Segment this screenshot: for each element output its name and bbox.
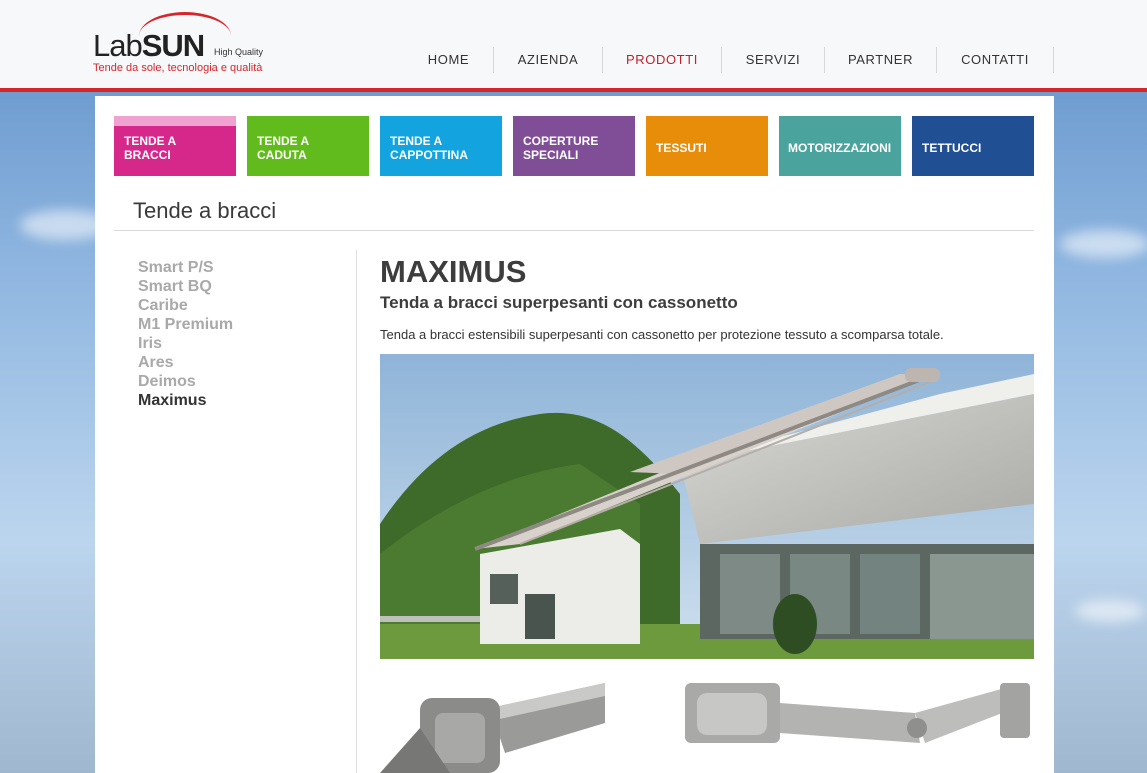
category-label: MOTORIZZAZIONI [788,141,892,155]
category-label: CAPPOTTINA [390,148,468,162]
category-tende-a-bracci[interactable]: TENDE A BRACCI [114,116,236,176]
sidebar-item-caribe[interactable]: Caribe [138,296,233,315]
sidebar-item-maximus[interactable]: Maximus [138,391,233,410]
cloud-decoration [1060,230,1147,258]
product-description: Tenda a bracci estensibili superpesanti … [380,327,944,342]
product-sidebar: Smart P/S Smart BQ Caribe M1 Premium Iri… [138,258,233,410]
content-panel: TENDE A BRACCI TENDE A CADUTA TENDE A CAPPO… [95,96,1054,773]
product-photo [380,354,1034,659]
nav-azienda[interactable]: AZIENDA [494,47,603,73]
category-label: TENDE A [124,134,177,148]
product-title: MAXIMUS [380,254,527,289]
divider [114,230,1034,231]
logo-quality-label: High Quality [214,47,264,57]
sidebar-item-smart-ps[interactable]: Smart P/S [138,258,233,277]
labsun-logo[interactable]: LabSUN High Quality Tende da sole, tecno… [93,12,273,82]
category-tessuti[interactable]: TESSUTI [646,116,768,176]
category-label: BRACCI [124,148,171,162]
sidebar-item-m1-premium[interactable]: M1 Premium [138,315,233,334]
logo-tagline: Tende da sole, tecnologia e qualità [93,62,263,74]
nav-prodotti[interactable]: PRODOTTI [603,47,722,73]
site-header: LabSUN High Quality Tende da sole, tecno… [0,0,1147,92]
arm-detail-image [380,678,610,773]
category-label: CADUTA [257,148,307,162]
category-label: TENDE A [257,134,310,148]
nav-partner[interactable]: PARTNER [825,47,937,73]
cloud-decoration [1075,600,1145,622]
nav-contatti[interactable]: CONTATTI [937,47,1054,73]
nav-servizi[interactable]: SERVIZI [722,47,825,73]
category-tende-a-cappottina[interactable]: TENDE A CAPPOTTINA [380,116,502,176]
arm-assembly-image [685,678,1035,773]
category-label: TETTUCCI [922,141,982,155]
sidebar-item-iris[interactable]: Iris [138,334,233,353]
sidebar-item-deimos[interactable]: Deimos [138,372,233,391]
logo-wordmark: LabSUN [93,28,205,63]
nav-home[interactable]: HOME [404,47,494,73]
category-tettucci[interactable]: TETTUCCI [912,116,1034,176]
category-label: SPECIALI [523,148,579,162]
product-subtitle: Tenda a bracci superpesanti con cassonet… [380,293,738,312]
category-coperture-speciali[interactable]: COPERTURE SPECIALI [513,116,635,176]
section-title: Tende a bracci [133,198,277,223]
category-label: TESSUTI [656,141,707,155]
sidebar-item-smart-bq[interactable]: Smart BQ [138,277,233,296]
category-tende-a-caduta[interactable]: TENDE A CADUTA [247,116,369,176]
category-active-stripe [114,116,236,126]
main-nav: HOME AZIENDA PRODOTTI SERVIZI PARTNER CO… [404,47,1054,73]
category-label: COPERTURE [523,134,599,148]
category-motorizzazioni[interactable]: MOTORIZZAZIONI [779,116,901,176]
category-label: TENDE A [390,134,443,148]
sidebar-item-ares[interactable]: Ares [138,353,233,372]
divider [356,250,357,773]
